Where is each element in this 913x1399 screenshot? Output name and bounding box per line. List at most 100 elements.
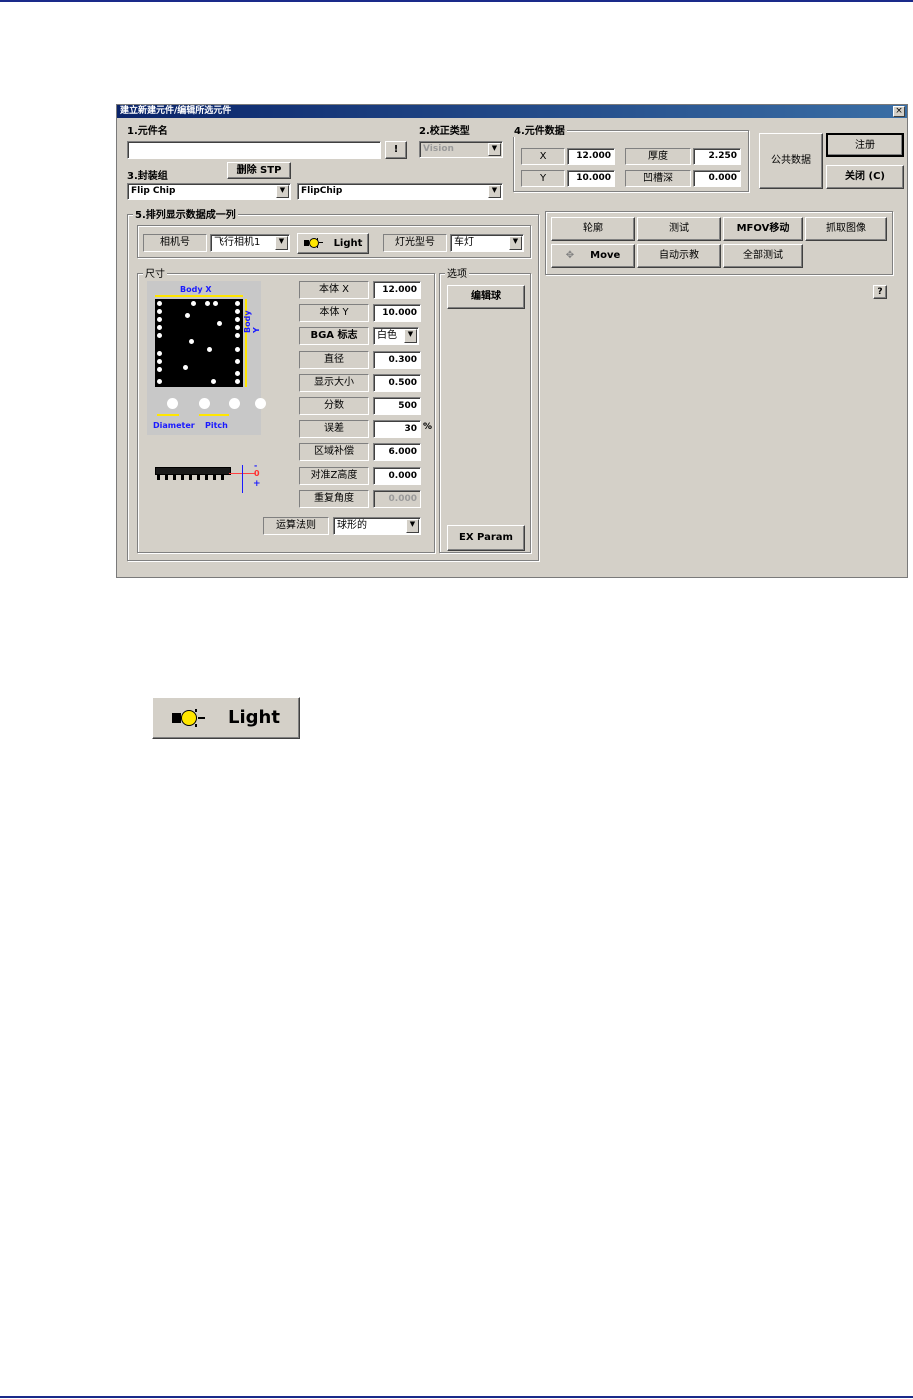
page-bottom-rule bbox=[0, 1396, 913, 1398]
param-label: BGA 标志 bbox=[299, 327, 369, 345]
ball-marker bbox=[199, 398, 210, 409]
mfov-move-button[interactable]: MFOV移动 bbox=[723, 217, 803, 241]
dimension-params: 本体 X 12.000 本体 Y 10.000 BGA 标志 白色 ▼ 直径 0.300 显示大小… bbox=[299, 281, 433, 513]
param-label: 分数 bbox=[299, 397, 369, 415]
param-input[interactable]: 0.500 bbox=[373, 374, 421, 392]
param-label: 显示大小 bbox=[299, 374, 369, 392]
param-unit: % bbox=[423, 422, 433, 432]
part-x-label: X bbox=[521, 148, 565, 165]
algorithm-label: 运算法则 bbox=[263, 517, 329, 535]
test-button[interactable]: 测试 bbox=[637, 217, 721, 241]
param-input[interactable]: 0.000 bbox=[373, 467, 421, 485]
bga-diagram: Body X Body Y Diameter Pitch bbox=[147, 281, 266, 435]
thickness-input[interactable]: 2.250 bbox=[693, 148, 741, 165]
diameter-label: Diameter bbox=[153, 421, 195, 430]
chip-bump-row bbox=[157, 475, 229, 480]
camera-value: 飞行相机1 bbox=[214, 237, 261, 248]
param-label: 误差 bbox=[299, 420, 369, 438]
enlarged-light-button[interactable]: Light bbox=[152, 697, 300, 739]
ex-param-button[interactable]: EX Param bbox=[447, 525, 525, 551]
edit-ball-button[interactable]: 编辑球 bbox=[447, 285, 525, 309]
chevron-down-icon: ▼ bbox=[488, 185, 501, 198]
param-label: 区域补偿 bbox=[299, 443, 369, 461]
register-button[interactable]: 注册 bbox=[826, 133, 904, 157]
light-bulb-icon bbox=[172, 709, 206, 727]
param-label: 本体 X bbox=[299, 281, 369, 299]
auto-teach-button[interactable]: 自动示教 bbox=[637, 244, 721, 268]
light-button[interactable]: Light bbox=[297, 233, 369, 254]
body-y-label: Body Y bbox=[243, 310, 261, 333]
bga-mark-value: 白色 bbox=[377, 330, 397, 341]
package-select-2[interactable]: FlipChip ▼ bbox=[297, 183, 503, 200]
part-y-input[interactable]: 10.000 bbox=[567, 170, 615, 187]
package-select-1[interactable]: Flip Chip ▼ bbox=[127, 183, 291, 200]
chevron-down-icon: ▼ bbox=[488, 143, 501, 156]
move-button-label: Move bbox=[590, 250, 621, 261]
sequence-group-title: 5.排列显示数据成一列 bbox=[133, 206, 238, 221]
dimension-group-title: 尺寸 bbox=[143, 265, 167, 280]
test-all-button[interactable]: 全部测试 bbox=[723, 244, 803, 268]
z-zero-label: 0 bbox=[254, 469, 260, 478]
light-bulb-icon bbox=[303, 238, 324, 248]
pocket-depth-input[interactable]: 0.000 bbox=[693, 170, 741, 187]
calib-type-value: Vision bbox=[423, 144, 454, 154]
camera-label: 相机号 bbox=[143, 234, 207, 252]
part-name-input[interactable] bbox=[127, 141, 381, 159]
body-x-arrow bbox=[155, 295, 243, 297]
dialog-title: 建立新建元件/编辑所选元件 bbox=[120, 106, 232, 116]
param-label: 对准Z高度 bbox=[299, 467, 369, 485]
body-x-label: Body X bbox=[180, 285, 212, 294]
enlarged-light-button-label: Light bbox=[228, 707, 280, 728]
move-button[interactable]: ✥ Move bbox=[551, 244, 635, 268]
bga-body-outline bbox=[155, 299, 243, 387]
dialog-title-bar: 建立新建元件/编辑所选元件 bbox=[117, 105, 907, 118]
capture-image-button[interactable]: 抓取图像 bbox=[805, 217, 887, 241]
part-data-group-title: 4.元件数据 bbox=[512, 122, 567, 137]
thickness-label: 厚度 bbox=[625, 148, 691, 165]
light-button-label: Light bbox=[333, 238, 363, 249]
options-group-title: 选项 bbox=[445, 265, 469, 280]
bang-button[interactable]: ! bbox=[385, 141, 407, 159]
part-name-label: 1.元件名 bbox=[127, 126, 168, 137]
part-x-input[interactable]: 12.000 bbox=[567, 148, 615, 165]
bga-mark-select[interactable]: 白色 ▼ bbox=[373, 327, 419, 345]
param-input[interactable]: 10.000 bbox=[373, 304, 421, 322]
calib-type-select[interactable]: Vision ▼ bbox=[419, 141, 503, 158]
algorithm-value: 球形的 bbox=[337, 520, 367, 531]
chevron-down-icon: ▼ bbox=[406, 519, 419, 533]
chevron-down-icon: ▼ bbox=[404, 329, 417, 343]
help-icon[interactable]: ? bbox=[873, 285, 887, 299]
camera-select[interactable]: 飞行相机1 ▼ bbox=[210, 234, 290, 252]
param-input[interactable]: 12.000 bbox=[373, 281, 421, 299]
ball-marker bbox=[229, 398, 240, 409]
move-arrows-icon: ✥ bbox=[565, 250, 575, 261]
chevron-down-icon: ▼ bbox=[276, 185, 289, 198]
page-top-rule bbox=[0, 0, 913, 2]
param-label: 直径 bbox=[299, 351, 369, 369]
param-input[interactable]: 500 bbox=[373, 397, 421, 415]
pocket-depth-label: 凹槽深 bbox=[625, 170, 691, 187]
part-y-label: Y bbox=[521, 170, 565, 187]
outline-button[interactable]: 轮廓 bbox=[551, 217, 635, 241]
param-input[interactable]: 6.000 bbox=[373, 443, 421, 461]
close-icon[interactable]: × bbox=[893, 106, 905, 117]
close-button[interactable]: 关闭 (C) bbox=[826, 165, 904, 189]
ball-marker bbox=[167, 398, 178, 409]
param-input: 0.000 bbox=[373, 490, 421, 508]
z-axis-line bbox=[242, 465, 243, 493]
package-select-2-value: FlipChip bbox=[301, 186, 343, 196]
calib-type-label: 2.校正类型 bbox=[419, 126, 470, 137]
param-input[interactable]: 0.300 bbox=[373, 351, 421, 369]
param-label: 重复角度 bbox=[299, 490, 369, 508]
chevron-down-icon: ▼ bbox=[275, 236, 288, 250]
light-type-select[interactable]: 车灯 ▼ bbox=[450, 234, 524, 252]
algorithm-select[interactable]: 球形的 ▼ bbox=[333, 517, 421, 535]
delete-stp-button[interactable]: 删除 STP bbox=[227, 162, 291, 179]
ball-marker bbox=[255, 398, 266, 409]
pitch-label: Pitch bbox=[205, 421, 228, 430]
package-select-1-value: Flip Chip bbox=[131, 186, 176, 196]
common-data-button[interactable]: 公共数据 bbox=[759, 133, 823, 189]
light-type-label: 灯光型号 bbox=[383, 234, 447, 252]
pitch-arrow bbox=[199, 414, 229, 416]
param-input[interactable]: 30 bbox=[373, 420, 421, 438]
